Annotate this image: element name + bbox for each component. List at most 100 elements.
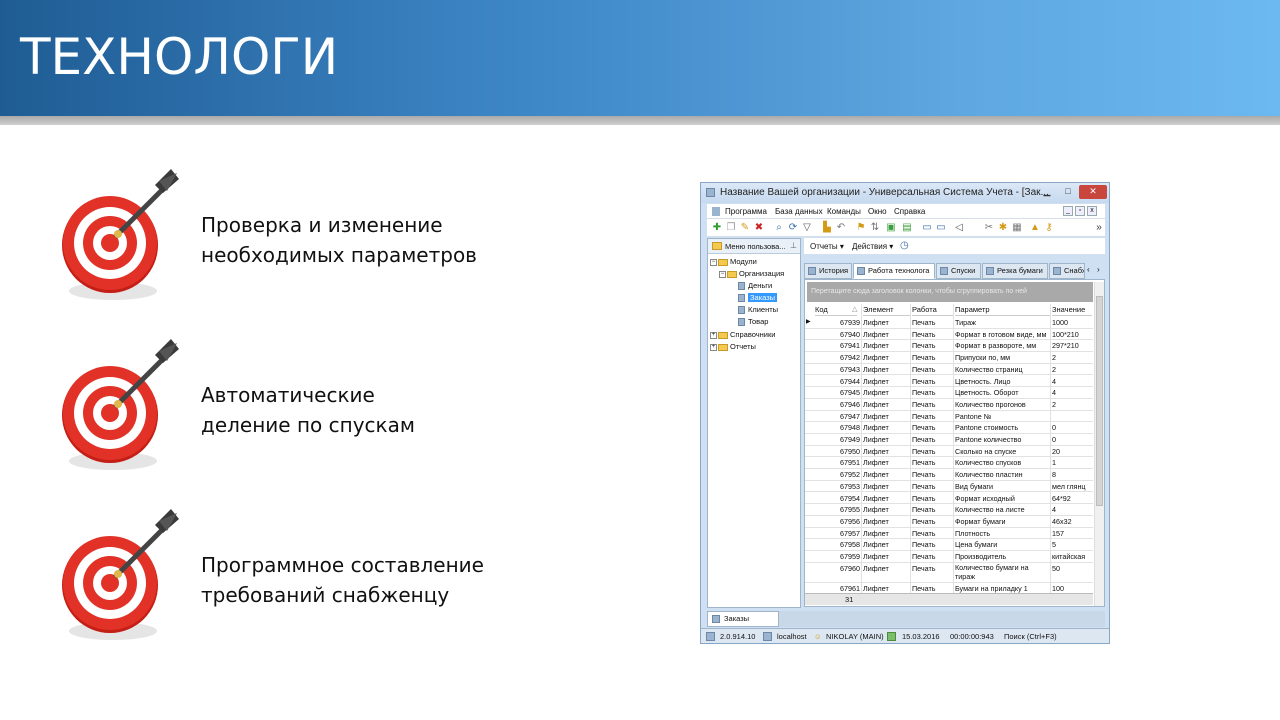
flag-icon[interactable]: ⚑	[855, 222, 867, 234]
table-cell[interactable]: Лифлет	[863, 422, 909, 433]
table-row[interactable]: 67960 Лифлет Печать Количество бумаги на ти…	[805, 563, 1093, 583]
table-cell[interactable]: 67955	[815, 504, 860, 515]
table-cell[interactable]: 67950	[815, 446, 860, 457]
lock-icon[interactable]: ▲	[1029, 222, 1041, 234]
table-cell[interactable]: Печать	[912, 387, 952, 398]
table-cell[interactable]: Формат в развороте, мм	[955, 340, 1049, 351]
window-tab-orders[interactable]: Заказы	[707, 611, 779, 627]
table-cell[interactable]: Количество прогонов	[955, 399, 1049, 410]
maximize-button[interactable]: □	[1058, 185, 1078, 199]
table-cell[interactable]: Лифлет	[863, 493, 909, 504]
filter-icon[interactable]: ▽	[801, 222, 813, 234]
table-cell[interactable]: Лифлет	[863, 399, 909, 410]
table-row[interactable]: 67948 Лифлет Печать Pantone стоимость 0	[805, 422, 1093, 434]
table-cell[interactable]: Печать	[912, 551, 952, 562]
table-cell[interactable]: 2	[1052, 399, 1092, 410]
table-cell[interactable]: 64*92	[1052, 493, 1092, 504]
toolbar-overflow-icon[interactable]: »	[1093, 222, 1105, 234]
table-cell[interactable]: Припуски по, мм	[955, 352, 1049, 363]
table-cell[interactable]: Печать	[912, 399, 952, 410]
collapse-icon[interactable]: −	[710, 258, 717, 266]
table-cell[interactable]: Печать	[912, 528, 952, 539]
menu-commands[interactable]: Команды	[827, 207, 861, 216]
tree-item-modules[interactable]: − Модули	[710, 257, 757, 268]
table-cell[interactable]: Печать	[912, 422, 952, 433]
table-cell[interactable]: 4	[1052, 387, 1092, 398]
table-cell[interactable]: Лифлет	[863, 563, 909, 574]
table-cell[interactable]: Печать	[912, 493, 952, 504]
tools-icon[interactable]: ✂	[983, 222, 995, 234]
table-cell[interactable]: Печать	[912, 434, 952, 445]
table-cell[interactable]: 67945	[815, 387, 860, 398]
table-cell[interactable]: Лифлет	[863, 364, 909, 375]
table-cell[interactable]: Печать	[912, 504, 952, 515]
table-cell[interactable]: Лифлет	[863, 457, 909, 468]
table-cell[interactable]: 8	[1052, 469, 1092, 480]
menu-window[interactable]: Окно	[868, 207, 887, 216]
table-cell[interactable]: 67959	[815, 551, 860, 562]
table-cell[interactable]: Плотность	[955, 528, 1049, 539]
table-cell[interactable]: 67953	[815, 481, 860, 492]
table-cell[interactable]: Лифлет	[863, 504, 909, 515]
table-row[interactable]: 67959 Лифлет Печать Производитель китайская	[805, 551, 1093, 563]
table-cell[interactable]: китайская	[1052, 551, 1092, 562]
table-cell[interactable]: Печать	[912, 481, 952, 492]
expand-icon[interactable]: +	[710, 331, 717, 339]
table-row[interactable]: 67950 Лифлет Печать Сколько на спуске 20	[805, 446, 1093, 458]
key-icon[interactable]: ⚷	[1043, 222, 1055, 234]
table-cell[interactable]: 67954	[815, 493, 860, 504]
vertical-scrollbar[interactable]	[1094, 282, 1104, 606]
table-cell[interactable]: Лифлет	[863, 387, 909, 398]
table-cell[interactable]: Количество пластин	[955, 469, 1049, 480]
tab-scroll-right-icon[interactable]: ›	[1097, 265, 1100, 274]
table-row[interactable]: 67941 Лифлет Печать Формат в развороте, мм 2…	[805, 340, 1093, 353]
refresh-icon[interactable]: ⟳	[787, 222, 799, 234]
table-cell[interactable]: Лифлет	[863, 551, 909, 562]
table-cell[interactable]: Pantone №	[955, 411, 1049, 422]
table-cell[interactable]: 46x32	[1052, 516, 1092, 527]
table-cell[interactable]: Печать	[912, 446, 952, 457]
table-cell[interactable]: Лифлет	[863, 329, 909, 340]
table-cell[interactable]: 67948	[815, 422, 860, 433]
table-cell[interactable]: Печать	[912, 364, 952, 375]
table-cell[interactable]: Количество спусков	[955, 457, 1049, 468]
undo-icon[interactable]: ↶	[835, 222, 847, 234]
table-cell[interactable]: Печать	[912, 411, 952, 422]
mdi-restore-button[interactable]: ▫	[1075, 206, 1085, 216]
column-header-value[interactable]: Значение	[1052, 304, 1092, 316]
table-row[interactable]: 67949 Лифлет Печать Pantone количество 0	[805, 434, 1093, 446]
table-cell[interactable]: Лифлет	[863, 528, 909, 539]
actions-dropdown[interactable]: Действия ▾	[852, 242, 893, 251]
table-cell[interactable]: Формат исходный	[955, 493, 1049, 504]
table-cell[interactable]: 67956	[815, 516, 860, 527]
search-icon[interactable]: ⌕	[773, 222, 785, 234]
table-cell[interactable]: Печать	[912, 469, 952, 480]
table-cell[interactable]: Печать	[912, 329, 952, 340]
column-header-work[interactable]: Работа	[912, 304, 954, 316]
table-cell[interactable]: Печать	[912, 376, 952, 387]
table-cell[interactable]: Количество бумаги на тираж	[955, 563, 1049, 581]
column-header-code[interactable]: Код	[815, 304, 857, 316]
delete-icon[interactable]: ✖	[753, 222, 765, 234]
table-cell[interactable]: 1	[1052, 457, 1092, 468]
table-cell[interactable]: Количество страниц	[955, 364, 1049, 375]
table-cell[interactable]: 4	[1052, 504, 1092, 515]
column-header-element[interactable]: Элемент	[863, 304, 911, 316]
table-cell[interactable]: 67940	[815, 329, 860, 340]
tree-item-reports[interactable]: + Отчеты	[710, 342, 756, 353]
table-cell[interactable]: 157	[1052, 528, 1092, 539]
table-cell[interactable]: Печать	[912, 457, 952, 468]
table-cell[interactable]: Сколько на спуске	[955, 446, 1049, 457]
window-new-icon[interactable]: ▭	[921, 222, 933, 234]
table-cell[interactable]: Печать	[912, 352, 952, 363]
table-cell[interactable]: Pantone количество	[955, 434, 1049, 445]
notes-icon[interactable]: ▦	[1011, 222, 1023, 234]
table-cell[interactable]: 67942	[815, 352, 860, 363]
table-cell[interactable]: мел глянц	[1052, 481, 1092, 492]
table-row[interactable]: 67940 Лифлет Печать Формат в готовом виде, …	[805, 329, 1093, 341]
minimize-button[interactable]: ▁	[1037, 185, 1057, 199]
table-cell[interactable]: Печать	[912, 340, 952, 351]
table-row[interactable]: 67954 Лифлет Печать Формат исходный 64*92	[805, 493, 1093, 505]
table-cell[interactable]: Печать	[912, 516, 952, 527]
tree-item-organization[interactable]: − Организация	[719, 269, 784, 280]
